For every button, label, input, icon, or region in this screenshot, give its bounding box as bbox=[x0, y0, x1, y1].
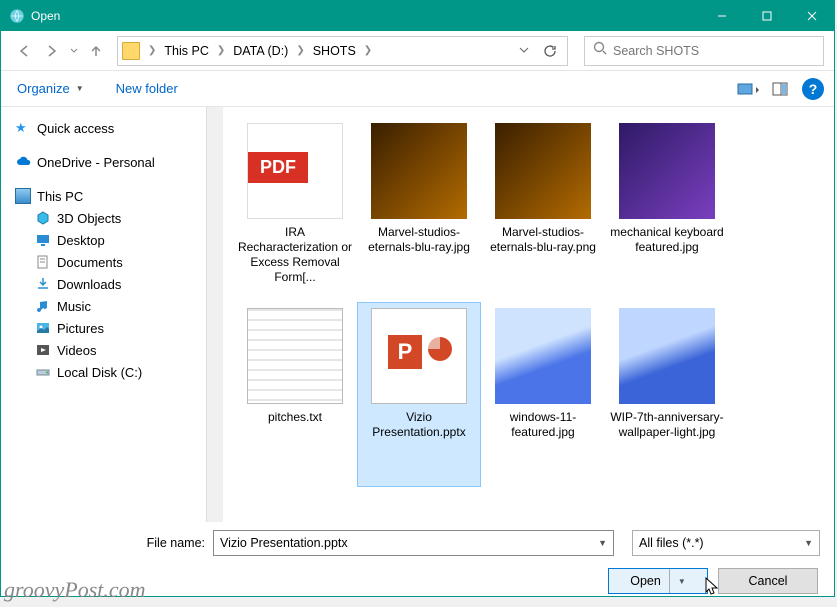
minimize-button[interactable] bbox=[699, 1, 744, 31]
file-item[interactable]: Vizio Presentation.pptx bbox=[357, 302, 481, 487]
breadcrumb-item[interactable]: This PC bbox=[160, 41, 212, 61]
new-folder-button[interactable]: New folder bbox=[110, 77, 184, 100]
desktop-icon bbox=[35, 232, 51, 248]
drive-icon bbox=[35, 364, 51, 380]
organize-menu[interactable]: Organize▼ bbox=[11, 77, 90, 100]
open-split-dropdown[interactable]: ▼ bbox=[669, 569, 686, 593]
chevron-right-icon: ❯ bbox=[144, 45, 160, 56]
open-file-dialog: Open ❯ This PC ❯ DATA (D:) ❯ SHOTS ❯ bbox=[0, 0, 835, 597]
file-thumbnail bbox=[495, 123, 591, 219]
chevron-down-icon: ▼ bbox=[598, 538, 607, 548]
help-button[interactable]: ? bbox=[802, 78, 824, 100]
file-item[interactable]: windows-11-featured.jpg bbox=[481, 302, 605, 487]
search-box[interactable] bbox=[584, 36, 824, 66]
file-thumbnail bbox=[247, 123, 343, 219]
preview-pane-button[interactable] bbox=[764, 77, 796, 101]
file-item[interactable]: Marvel-studios-eternals-blu-ray.jpg bbox=[357, 117, 481, 302]
filename-label: File name: bbox=[15, 536, 205, 550]
breadcrumb-item[interactable]: DATA (D:) bbox=[229, 41, 292, 61]
tree-quick-access[interactable]: ★Quick access bbox=[15, 117, 223, 139]
file-item[interactable]: IRA Recharacterization or Excess Removal… bbox=[233, 117, 357, 302]
file-filter-dropdown[interactable]: All files (*.*)▼ bbox=[632, 530, 820, 556]
nav-back-button[interactable] bbox=[11, 38, 37, 64]
view-mode-button[interactable] bbox=[732, 77, 764, 101]
file-thumbnail bbox=[619, 308, 715, 404]
file-name-label: Marvel-studios-eternals-blu-ray.png bbox=[485, 225, 601, 255]
file-name-label: IRA Recharacterization or Excess Removal… bbox=[237, 225, 353, 285]
chevron-right-icon: ❯ bbox=[292, 45, 308, 56]
pc-icon bbox=[15, 188, 31, 204]
navigation-tree: ★Quick access OneDrive - Personal This P… bbox=[1, 107, 223, 522]
address-dropdown-button[interactable] bbox=[513, 42, 535, 60]
file-name-label: Marvel-studios-eternals-blu-ray.jpg bbox=[361, 225, 477, 255]
dialog-title: Open bbox=[31, 9, 699, 23]
file-thumbnail bbox=[619, 123, 715, 219]
cancel-button[interactable]: Cancel bbox=[718, 568, 818, 594]
dialog-body: ★Quick access OneDrive - Personal This P… bbox=[1, 107, 834, 522]
file-thumbnail bbox=[371, 308, 467, 404]
scrollbar-thumb[interactable] bbox=[208, 113, 222, 253]
tree-videos[interactable]: Videos bbox=[15, 339, 223, 361]
tree-local-disk-c[interactable]: Local Disk (C:) bbox=[15, 361, 223, 383]
file-item[interactable]: Marvel-studios-eternals-blu-ray.png bbox=[481, 117, 605, 302]
cloud-icon bbox=[15, 154, 31, 170]
address-bar[interactable]: ❯ This PC ❯ DATA (D:) ❯ SHOTS ❯ bbox=[117, 36, 568, 66]
file-name-label: pitches.txt bbox=[268, 410, 322, 425]
file-item[interactable]: WIP-7th-anniversary-wallpaper-light.jpg bbox=[605, 302, 729, 487]
nav-forward-button[interactable] bbox=[39, 38, 65, 64]
filename-input[interactable]: Vizio Presentation.pptx▼ bbox=[213, 530, 614, 556]
file-name-label: windows-11-featured.jpg bbox=[485, 410, 601, 440]
tree-desktop[interactable]: Desktop bbox=[15, 229, 223, 251]
chevron-right-icon: ❯ bbox=[213, 45, 229, 56]
star-icon: ★ bbox=[15, 120, 31, 136]
open-button[interactable]: Open ▼ bbox=[608, 568, 708, 594]
file-thumbnail bbox=[247, 308, 343, 404]
tree-onedrive[interactable]: OneDrive - Personal bbox=[15, 151, 223, 173]
tree-downloads[interactable]: Downloads bbox=[15, 273, 223, 295]
tree-music[interactable]: Music bbox=[15, 295, 223, 317]
file-item[interactable]: pitches.txt bbox=[233, 302, 357, 487]
maximize-button[interactable] bbox=[744, 1, 789, 31]
file-list-pane[interactable]: IRA Recharacterization or Excess Removal… bbox=[223, 107, 834, 522]
nav-row: ❯ This PC ❯ DATA (D:) ❯ SHOTS ❯ bbox=[1, 31, 834, 71]
app-icon bbox=[9, 8, 25, 24]
dialog-footer: File name: Vizio Presentation.pptx▼ All … bbox=[1, 522, 834, 606]
chevron-down-icon: ▼ bbox=[76, 84, 84, 93]
folder-icon bbox=[122, 42, 140, 60]
close-button[interactable] bbox=[789, 1, 834, 31]
tree-3d-objects[interactable]: 3D Objects bbox=[15, 207, 223, 229]
downloads-icon bbox=[35, 276, 51, 292]
file-item[interactable]: mechanical keyboard featured.jpg bbox=[605, 117, 729, 302]
tree-this-pc[interactable]: This PC bbox=[15, 185, 223, 207]
titlebar: Open bbox=[1, 1, 834, 31]
pictures-icon bbox=[35, 320, 51, 336]
tree-documents[interactable]: Documents bbox=[15, 251, 223, 273]
nav-recent-dropdown[interactable] bbox=[67, 38, 81, 64]
chevron-down-icon: ▼ bbox=[804, 538, 813, 548]
music-icon bbox=[35, 298, 51, 314]
toolbar: Organize▼ New folder ? bbox=[1, 71, 834, 107]
breadcrumb-item[interactable]: SHOTS bbox=[309, 41, 360, 61]
chevron-right-icon: ❯ bbox=[360, 45, 376, 56]
videos-icon bbox=[35, 342, 51, 358]
cursor-icon bbox=[705, 577, 719, 597]
tree-pictures[interactable]: Pictures bbox=[15, 317, 223, 339]
file-name-label: mechanical keyboard featured.jpg bbox=[609, 225, 725, 255]
search-icon bbox=[593, 41, 607, 60]
search-input[interactable] bbox=[613, 44, 815, 58]
refresh-button[interactable] bbox=[537, 38, 563, 64]
nav-up-button[interactable] bbox=[83, 38, 109, 64]
documents-icon bbox=[35, 254, 51, 270]
file-thumbnail bbox=[371, 123, 467, 219]
cube-icon bbox=[35, 210, 51, 226]
file-thumbnail bbox=[495, 308, 591, 404]
file-name-label: Vizio Presentation.pptx bbox=[361, 410, 477, 440]
file-name-label: WIP-7th-anniversary-wallpaper-light.jpg bbox=[609, 410, 725, 440]
